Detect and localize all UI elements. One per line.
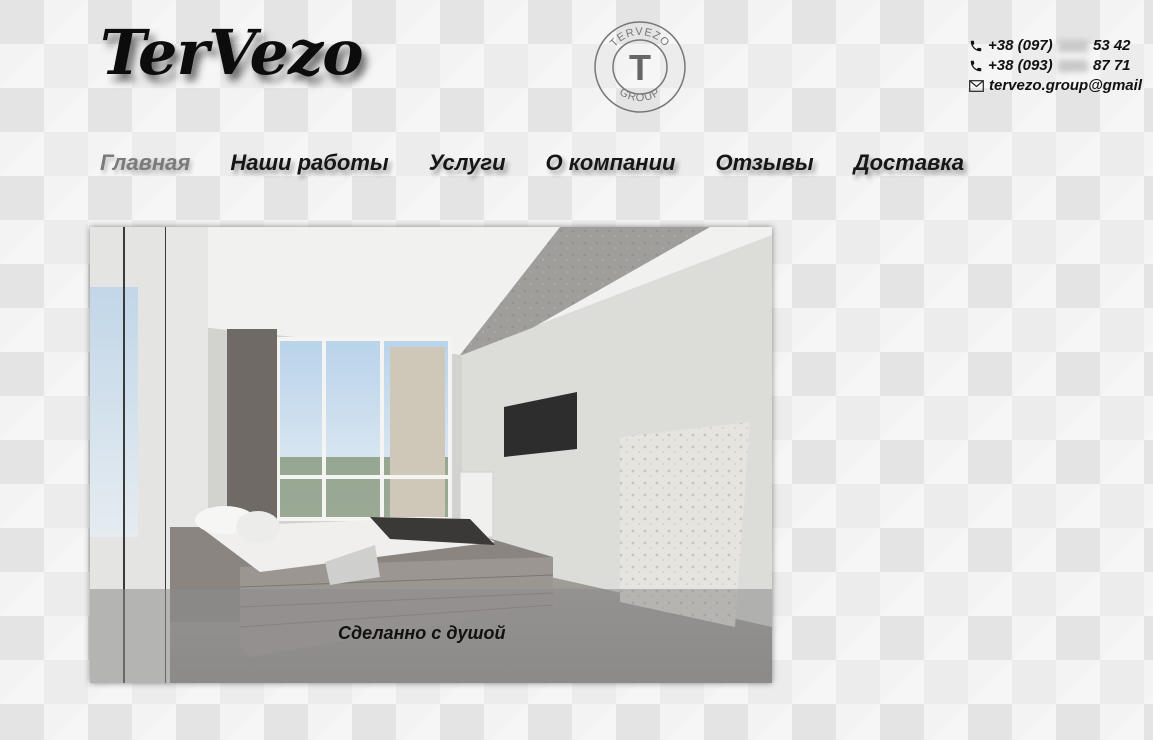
hero-slider[interactable]: Сделанно с душой	[90, 227, 772, 683]
contacts-block: +38 (097) 53 42 +38 (093) 87 71 tervezo.…	[969, 36, 1153, 96]
phone-row-1[interactable]: +38 (097) 53 42	[969, 36, 1153, 56]
nav-about[interactable]: О компании	[546, 150, 676, 176]
phone1-prefix: +38 (097)	[988, 37, 1053, 54]
phone2-suffix: 87 71	[1092, 57, 1131, 74]
phone-icon	[970, 60, 982, 72]
nav-reviews[interactable]: Отзывы	[715, 150, 813, 176]
nav-services[interactable]: Услуги	[429, 150, 506, 176]
email-row[interactable]: tervezo.group@gmail	[969, 76, 1153, 96]
redacted-digits	[1057, 60, 1088, 73]
brand-emblem: TERVEZO GROUP T	[594, 21, 686, 113]
redacted-digits	[1057, 40, 1088, 53]
hero-caption: Сделанно с душой	[338, 623, 506, 643]
site-logo[interactable]: TerVezo	[100, 22, 364, 84]
envelope-icon	[969, 80, 984, 92]
phone-row-2[interactable]: +38 (093) 87 71	[969, 56, 1153, 76]
nav-home[interactable]: Главная	[100, 150, 190, 176]
phone-icon	[970, 40, 982, 52]
nav-delivery[interactable]: Доставка	[854, 150, 964, 176]
nav-our-works[interactable]: Наши работы	[230, 150, 388, 176]
main-nav: Главная Наши работы Услуги О компании От…	[100, 150, 964, 176]
svg-text:GROUP: GROUP	[617, 86, 662, 104]
phone1-suffix: 53 42	[1092, 37, 1131, 54]
svg-text:T: T	[629, 47, 651, 88]
email-link[interactable]: tervezo.group@gmail	[989, 76, 1142, 96]
phone2-prefix: +38 (093)	[988, 57, 1053, 74]
